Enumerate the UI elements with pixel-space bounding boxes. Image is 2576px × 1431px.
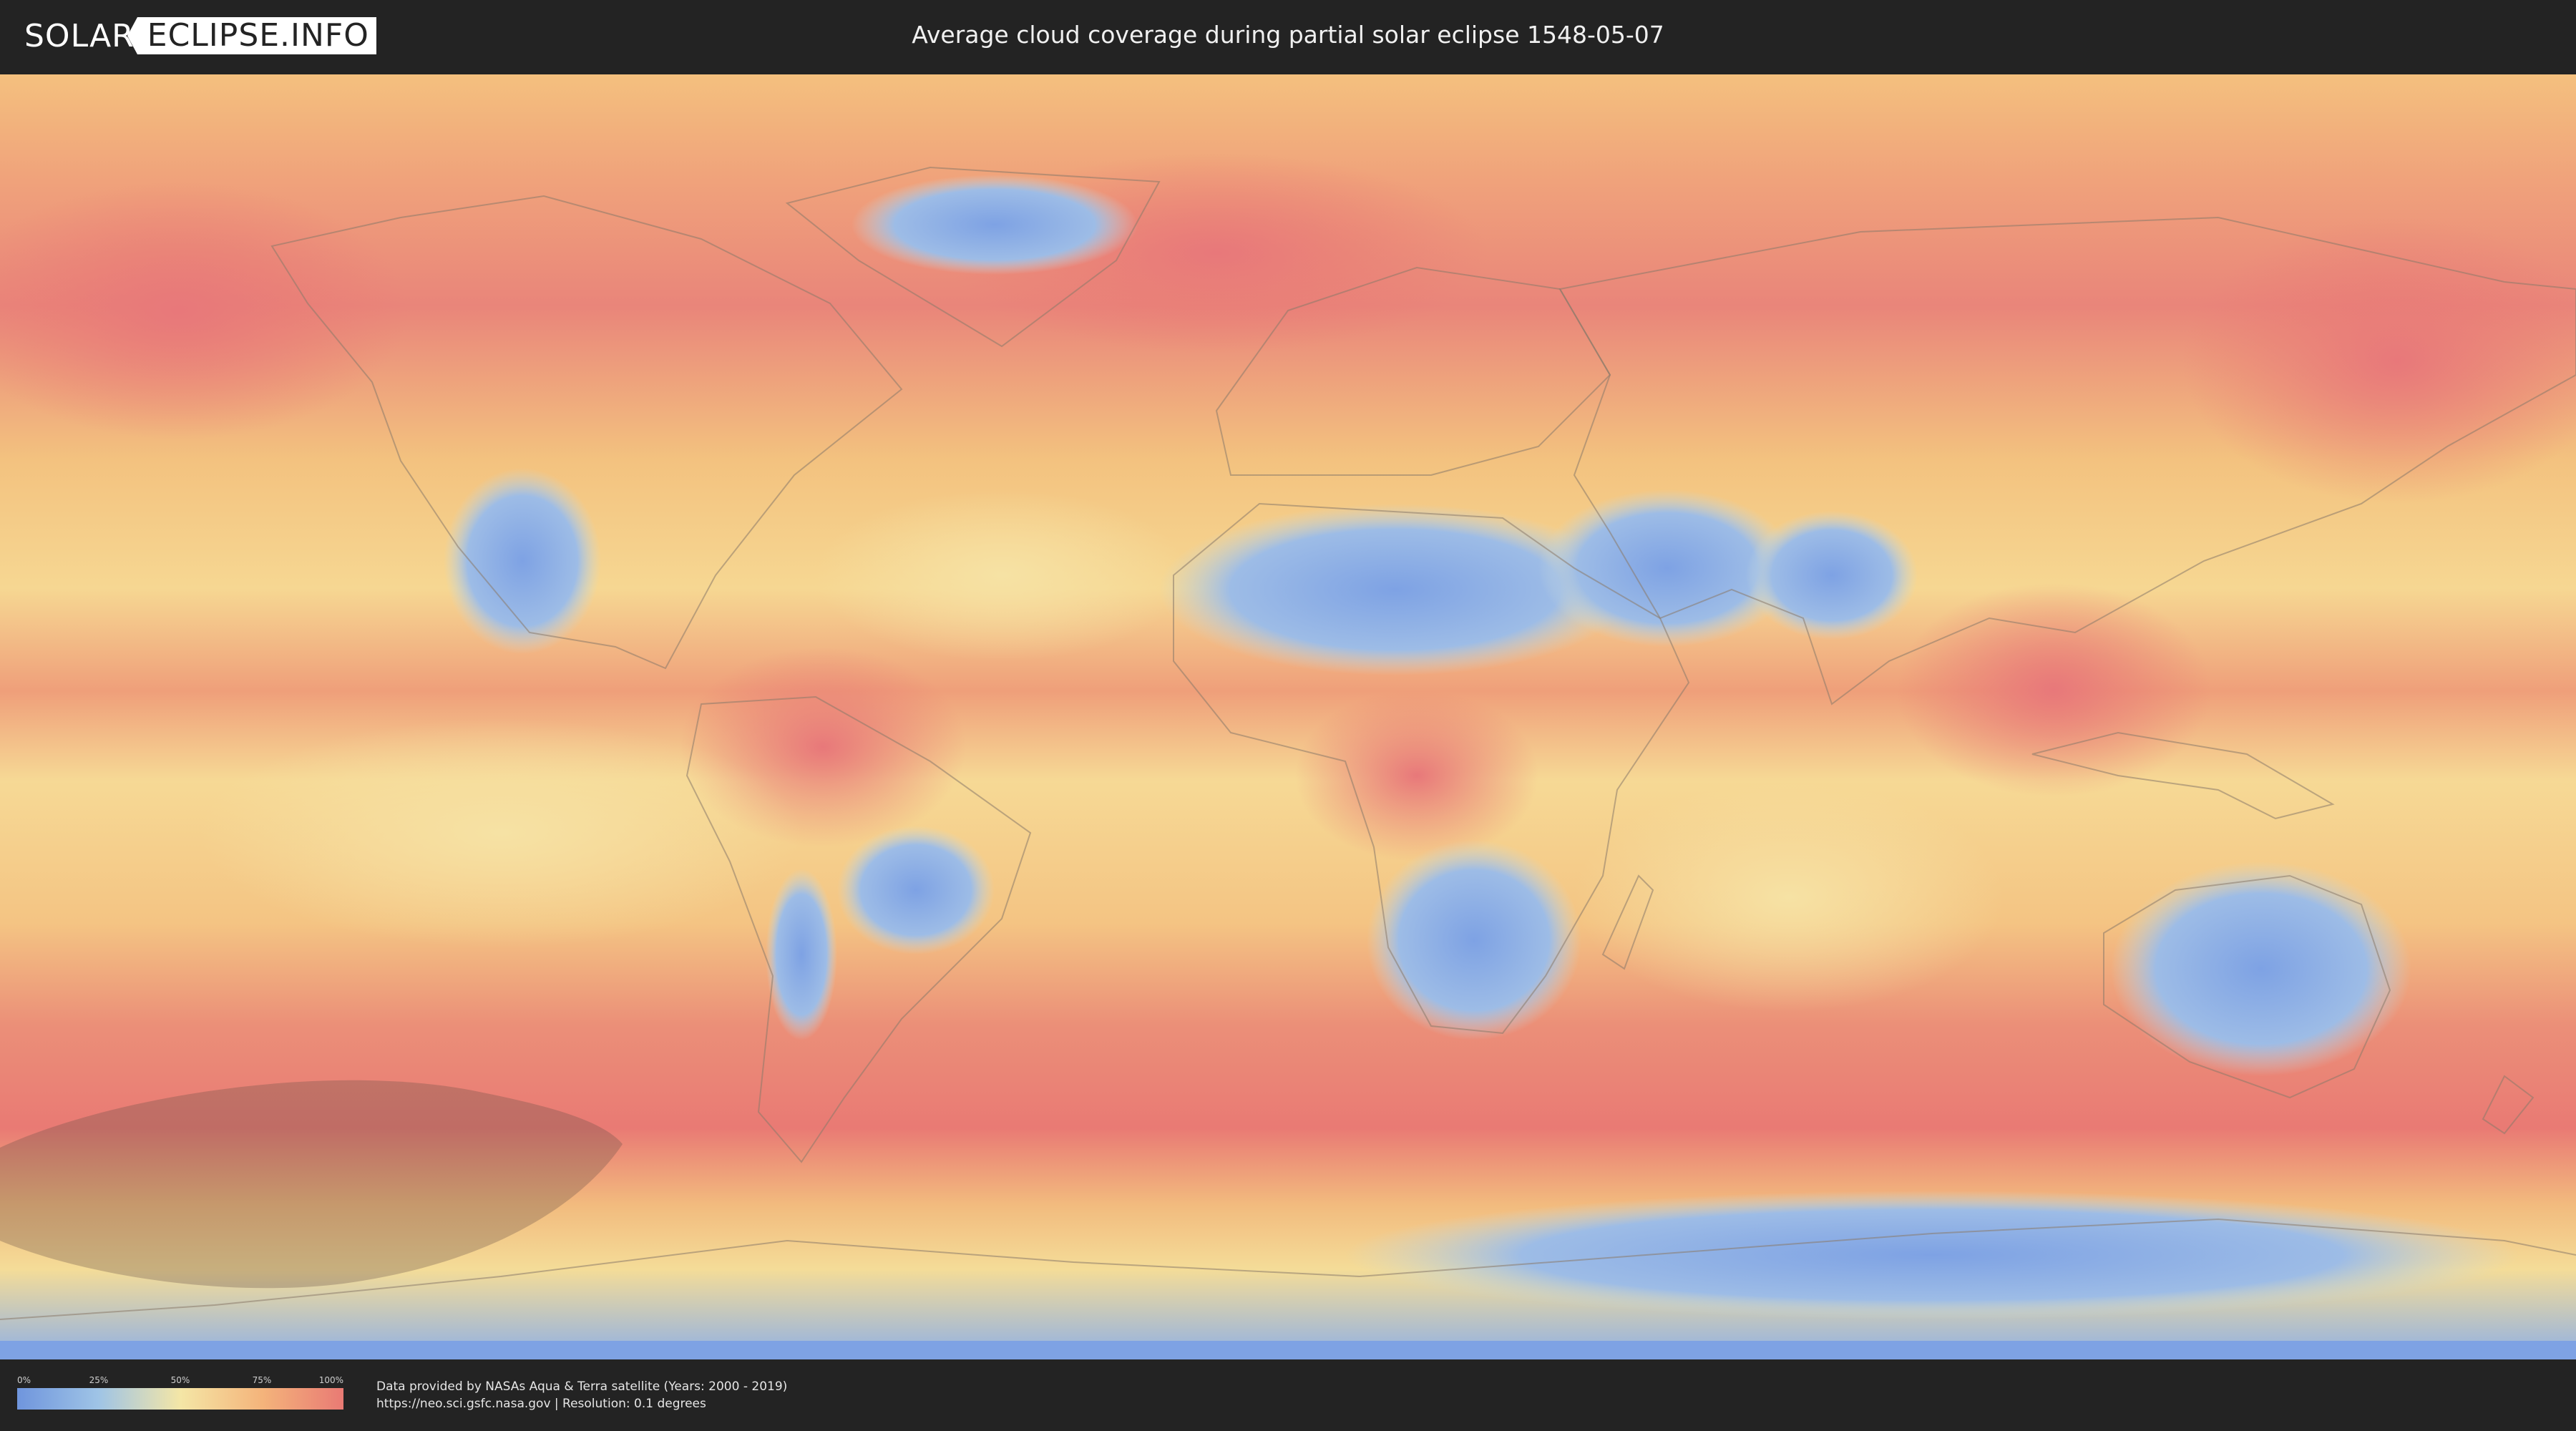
credit-line-1: Data provided by NASAs Aqua & Terra sate… (376, 1379, 788, 1394)
cloud-coverage-map[interactable] (0, 74, 2576, 1359)
antarctic-edge (0, 1341, 2576, 1359)
legend-tick-25: 25% (89, 1375, 109, 1385)
legend-tick-100: 100% (318, 1375, 343, 1385)
legend-tick-75: 75% (252, 1375, 272, 1385)
footer-bar: 0% 25% 50% 75% 100% Data provided by NAS… (0, 1359, 2576, 1431)
andes-clear (766, 869, 837, 1040)
brazil-clear (837, 826, 995, 954)
southern-africa-clear (1367, 840, 1581, 1040)
indian-ocean-clear (1574, 783, 2004, 1012)
data-credits: Data provided by NASAs Aqua & Terra sate… (376, 1378, 787, 1412)
south-asia-clear (1746, 511, 1918, 640)
credit-line-2[interactable]: https://neo.sci.gsfc.nasa.gov | Resoluti… (376, 1395, 787, 1412)
southeast-asia-cloud (1896, 582, 2211, 797)
tropical-atlantic-clear (816, 489, 1188, 661)
antarctica-clear (1345, 1191, 2519, 1319)
greenland-clear (852, 175, 1138, 275)
page-title: Average cloud coverage during partial so… (912, 21, 1664, 49)
legend-tick-50: 50% (170, 1375, 190, 1385)
south-pacific-clear (200, 718, 801, 947)
legend-tick-0: 0% (17, 1375, 31, 1385)
mexico-clear (444, 468, 601, 654)
legend-ticks: 0% 25% 50% 75% 100% (17, 1375, 343, 1388)
header-bar: SOLAR ECLIPSE.INFO Average cloud coverag… (0, 0, 2576, 72)
legend-gradient-bar (17, 1388, 343, 1410)
color-legend: 0% 25% 50% 75% 100% (17, 1375, 343, 1410)
central-africa-cloud (1295, 690, 1538, 861)
